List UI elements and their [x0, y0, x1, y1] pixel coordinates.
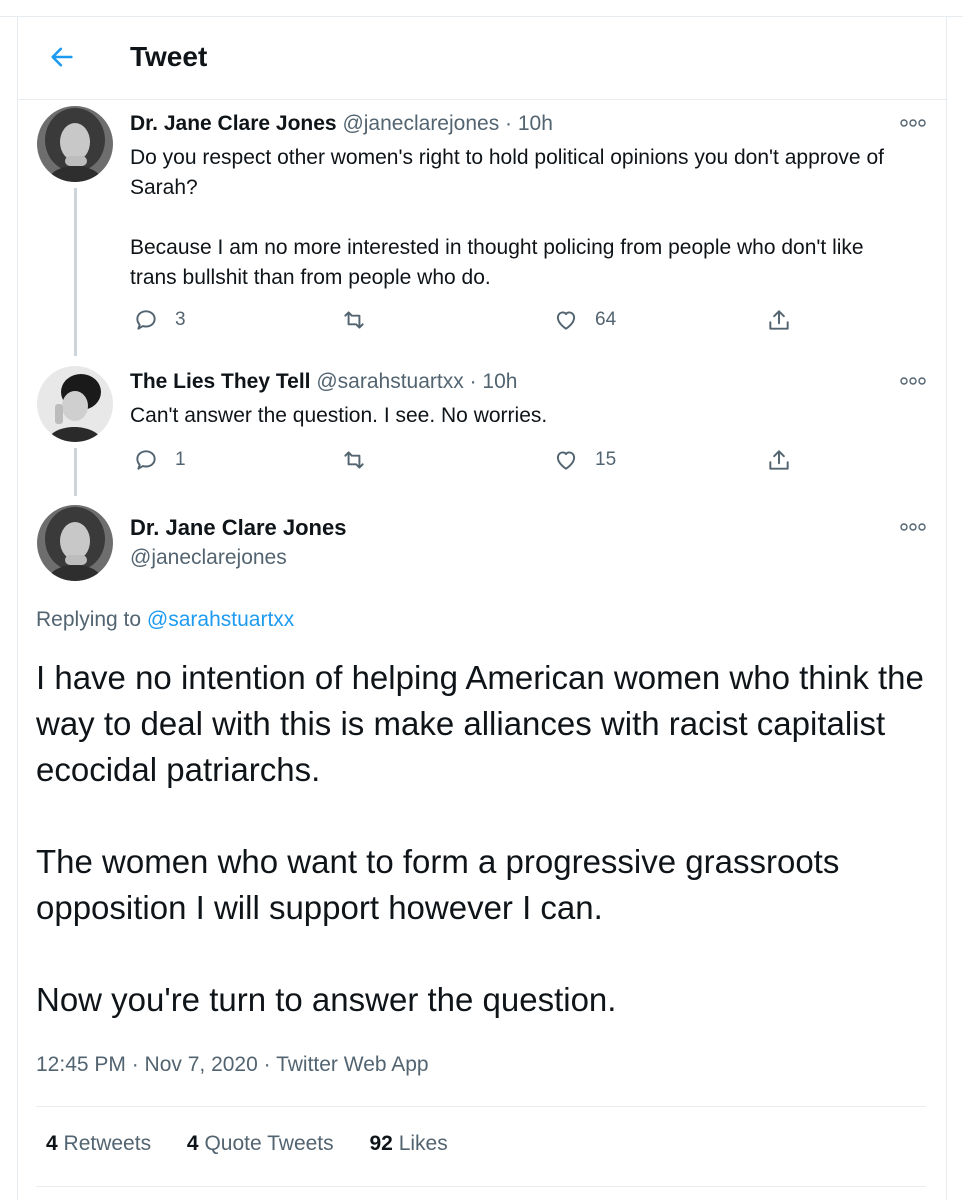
likes-count: 92 [369, 1132, 393, 1155]
tweet-text: I have no intention of helping American … [36, 659, 924, 1018]
quotes-label: Quote Tweets [204, 1132, 334, 1155]
back-arrow-icon[interactable] [48, 43, 76, 71]
share-icon [769, 310, 789, 330]
reply-count: 1 [175, 449, 186, 470]
header: Tweet [18, 17, 946, 100]
avatar[interactable] [37, 505, 113, 581]
like-icon [556, 451, 576, 470]
divider [36, 1186, 926, 1187]
right-border [946, 16, 947, 1200]
replying-to: Replying to @sarahstuartxx [36, 608, 294, 632]
retweet-button[interactable] [341, 307, 367, 333]
reply-icon [136, 310, 156, 330]
more-icon[interactable] [900, 376, 926, 386]
left-border [17, 16, 18, 1200]
author-handle[interactable]: @sarahstuartxx [316, 370, 463, 393]
avatar[interactable] [37, 106, 113, 182]
tweet-header: Dr. Jane Clare Jones @janeclarejones · 1… [130, 112, 553, 136]
more-icon[interactable] [900, 522, 926, 532]
top-border [0, 0, 963, 17]
tweet-stats: 4 Retweets 4 Quote Tweets 92 Likes [46, 1132, 478, 1156]
reply-button[interactable]: 3 [133, 307, 186, 333]
retweets-label: Retweets [63, 1132, 152, 1155]
divider [36, 1106, 926, 1107]
like-button[interactable]: 64 [553, 307, 616, 333]
quotes-count: 4 [186, 1132, 199, 1155]
reply-count: 3 [175, 309, 186, 330]
tweet-time[interactable]: · 10h [505, 112, 553, 135]
retweet-icon [344, 311, 364, 329]
author-handle[interactable]: @janeclarejones [342, 112, 499, 135]
author-name[interactable]: Dr. Jane Clare Jones [130, 112, 337, 135]
thread-line [74, 448, 77, 496]
like-button[interactable]: 15 [553, 447, 616, 473]
author-name[interactable]: Dr. Jane Clare Jones [130, 515, 346, 541]
author-handle[interactable]: @janeclarejones [130, 546, 287, 570]
replying-label: Replying to [36, 608, 142, 631]
share-button[interactable] [766, 447, 792, 473]
share-icon [769, 450, 789, 470]
like-count: 15 [595, 449, 617, 470]
likes-stat[interactable]: 92 Likes [370, 1132, 448, 1155]
tweet-text: Can't answer the question. I see. No wor… [130, 404, 548, 427]
more-icon[interactable] [900, 118, 926, 128]
reply-button[interactable]: 1 [133, 447, 186, 473]
share-button[interactable] [766, 307, 792, 333]
page-title: Tweet [130, 41, 208, 72]
tweet-text: Do you respect other women's right to ho… [130, 146, 884, 289]
mention-link[interactable]: @sarahstuartxx [147, 608, 294, 631]
tweet-time[interactable]: · 10h [470, 370, 518, 393]
thread-line [74, 188, 77, 356]
avatar[interactable] [37, 366, 113, 442]
retweets-count: 4 [46, 1132, 58, 1155]
like-icon [556, 311, 576, 330]
reply-icon [136, 450, 156, 470]
tweet-header: The Lies They Tell @sarahstuartxx · 10h [130, 370, 517, 394]
like-count: 64 [595, 309, 617, 330]
tweet-meta[interactable]: 12:45 PM · Nov 7, 2020 · Twitter Web App [36, 1053, 429, 1077]
quote-tweets-stat[interactable]: 4 Quote Tweets [187, 1132, 334, 1155]
retweet-icon [344, 451, 364, 469]
likes-label: Likes [398, 1132, 448, 1155]
author-name[interactable]: The Lies They Tell [130, 370, 311, 393]
retweet-button[interactable] [341, 447, 367, 473]
retweets-stat[interactable]: 4 Retweets [46, 1132, 151, 1155]
